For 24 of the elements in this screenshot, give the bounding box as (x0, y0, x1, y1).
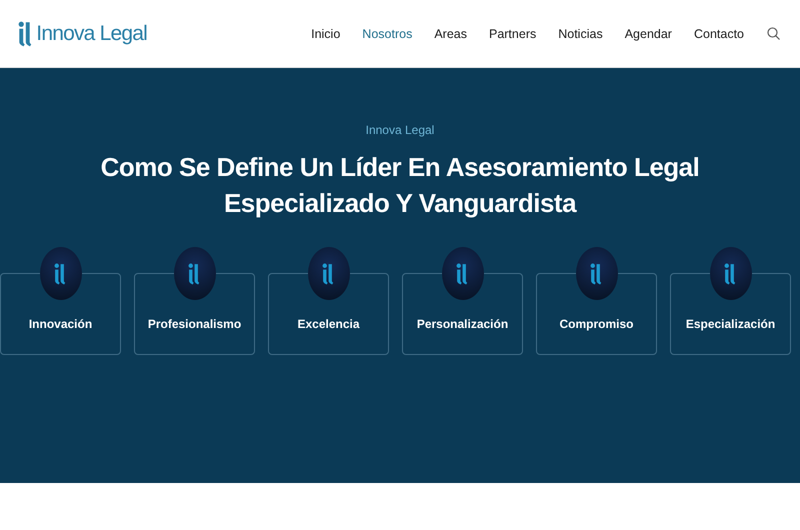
card-label: Especialización (686, 317, 776, 331)
nav-link[interactable]: Nosotros (351, 26, 424, 40)
card-label: Personalización (416, 317, 508, 331)
card-label: Profesionalismo (148, 317, 242, 331)
card-label: Excelencia (297, 317, 360, 331)
logo-icon (724, 262, 737, 284)
hero-title: Como Se Define Un Líder En Asesoramiento Legal Especializado Y Vanguardista (100, 151, 700, 220)
nav-link[interactable]: Agendar (614, 26, 683, 40)
nav-link[interactable]: Areas (423, 26, 478, 40)
search-icon[interactable] (767, 27, 780, 40)
nav-link[interactable]: Partners (478, 26, 548, 40)
section-eyebrow: Innova Legal (366, 123, 434, 137)
nav-link[interactable]: Contacto (682, 26, 755, 40)
logo-icon (322, 262, 335, 284)
logo-icon (188, 262, 201, 284)
nav-link[interactable]: Inicio (300, 26, 352, 40)
logo-text[interactable]: Innova Legal (36, 22, 147, 46)
logo-icon (590, 262, 603, 284)
card-label: Innovación (28, 317, 92, 331)
logo-icon (54, 262, 67, 284)
nav-link[interactable]: Noticias (547, 26, 614, 40)
logo-icon (456, 262, 469, 284)
card-label: Compromiso (559, 317, 634, 331)
logo-icon (18, 20, 32, 46)
